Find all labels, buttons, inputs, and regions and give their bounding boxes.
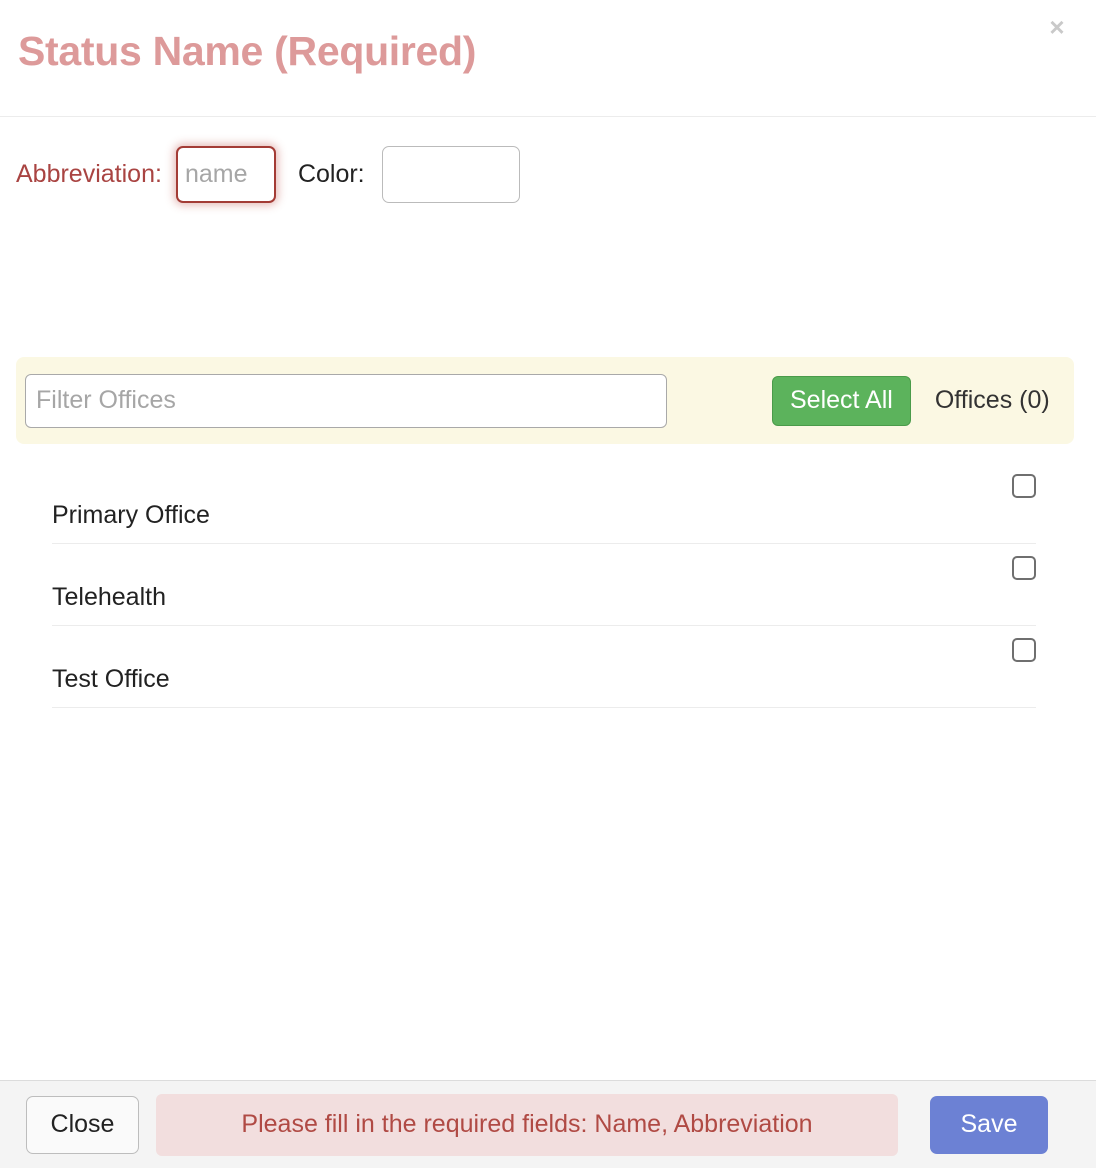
office-row[interactable]: Primary Office (52, 462, 1036, 544)
modal-footer: Close Please fill in the required fields… (0, 1080, 1096, 1168)
office-checkbox[interactable] (1012, 638, 1036, 662)
office-name: Telehealth (52, 583, 166, 611)
select-all-button[interactable]: Select All (772, 375, 911, 426)
office-row[interactable]: Test Office (52, 626, 1036, 708)
close-icon[interactable]: × (1040, 10, 1074, 44)
office-name: Primary Office (52, 501, 210, 529)
office-row[interactable]: Telehealth (52, 544, 1036, 626)
office-checkbox[interactable] (1012, 556, 1036, 580)
color-input[interactable] (381, 146, 520, 203)
filter-offices-input[interactable] (25, 373, 667, 428)
abbreviation-label: Abbreviation: (16, 160, 162, 188)
close-button[interactable]: Close (26, 1095, 139, 1154)
color-label: Color: (297, 160, 365, 188)
offices-count-label: Offices (0) (934, 386, 1050, 414)
modal-body: Abbreviation: Color: Select All Offices … (0, 117, 1096, 1080)
modal-header: × (0, 0, 1096, 117)
office-checkbox[interactable] (1012, 474, 1036, 498)
save-button[interactable]: Save (930, 1095, 1048, 1154)
status-edit-modal: × Abbreviation: Color: Select All Office… (0, 0, 1096, 1168)
status-name-input[interactable] (18, 20, 778, 82)
validation-message: Please fill in the required fields: Name… (156, 1093, 898, 1156)
office-name: Test Office (52, 665, 170, 693)
offices-filter-panel: Select All Offices (0) (16, 357, 1074, 444)
offices-list: Primary Office Telehealth Test Office (52, 462, 1036, 708)
abbreviation-input[interactable] (175, 146, 276, 203)
abbreviation-row: Abbreviation: Color: (0, 117, 1096, 232)
